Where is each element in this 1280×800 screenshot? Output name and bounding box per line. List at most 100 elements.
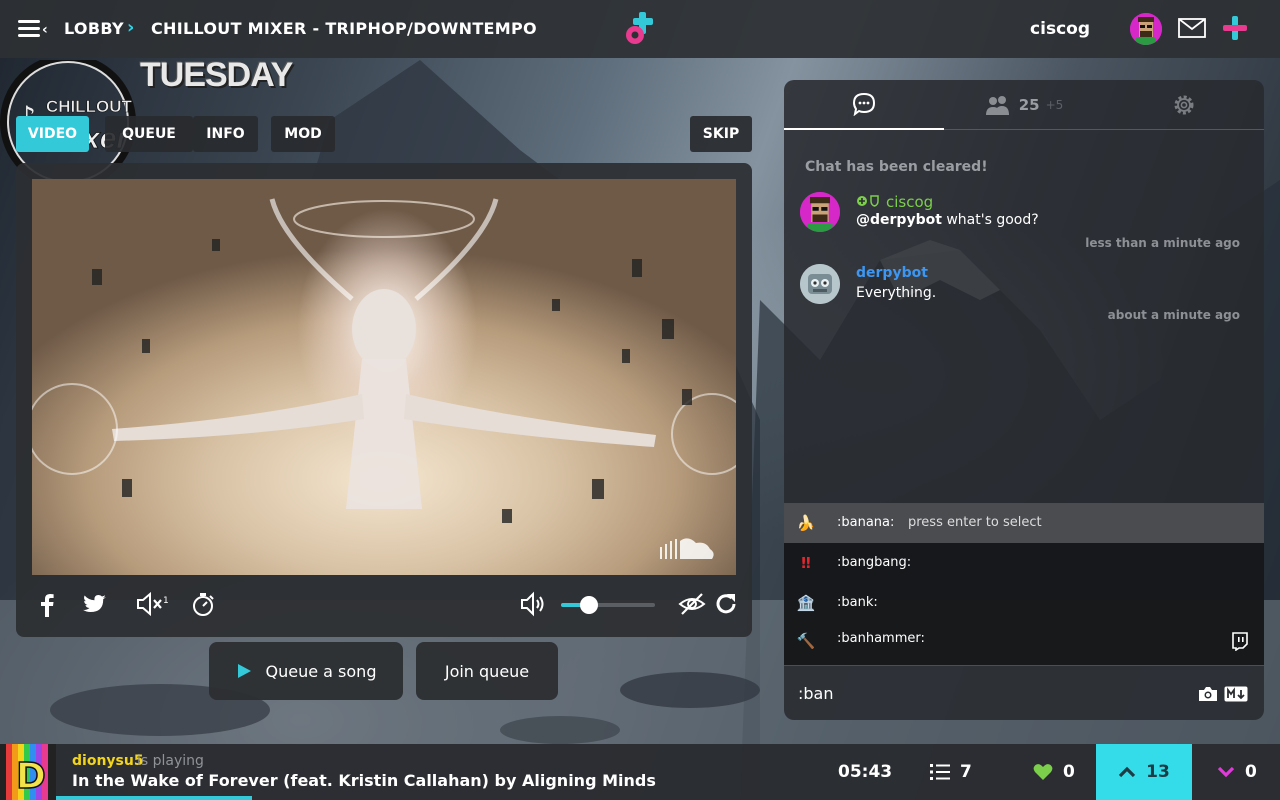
tab-video[interactable]: VIDEO (16, 116, 89, 152)
message-username[interactable]: ciscog (886, 193, 933, 211)
queue-song-label: Queue a song (265, 661, 377, 681)
add-icon[interactable] (1222, 15, 1248, 41)
soundcloud-icon[interactable] (658, 535, 716, 561)
chat-input-area (784, 665, 1264, 720)
mail-icon[interactable] (1178, 18, 1206, 38)
tab-mod[interactable]: MOD (271, 116, 335, 152)
queue-count-button[interactable]: 7 (930, 744, 972, 800)
mute-icon[interactable]: 1 (136, 591, 168, 617)
track-time-remaining: 05:43 (838, 762, 893, 782)
current-username[interactable]: ciscog (1030, 19, 1090, 39)
top-bar: ‹ LOBBY › CHILLOUT MIXER - TRIPHOP/DOWNT… (0, 0, 1280, 58)
downvote-count: 0 (1245, 762, 1257, 782)
message-mention[interactable]: @derpybot (856, 212, 942, 228)
avatar-face-icon (800, 192, 840, 232)
volume-icon[interactable] (520, 591, 546, 617)
emoji-autocomplete: 🍌 :banana: press enter to select ‼ :bang… (784, 503, 1264, 665)
user-count: 25 (1018, 96, 1040, 114)
dj-avatar[interactable]: D (0, 744, 56, 800)
track-title: In the Wake of Forever (feat. Kristin Ca… (72, 771, 656, 790)
room-banner: TUESDAY (140, 56, 293, 94)
chat-cleared-notice: Chat has been cleared! (805, 159, 988, 175)
message-timestamp: less than a minute ago (1085, 236, 1240, 250)
heart-button[interactable]: 0 (1033, 744, 1075, 800)
message-body: Everything. (856, 285, 937, 301)
bank-icon: 🏦 (796, 594, 816, 612)
join-queue-label: Join queue (444, 661, 530, 681)
twitch-emotes-icon[interactable] (1230, 631, 1250, 651)
join-queue-button[interactable]: Join queue (416, 642, 558, 700)
tab-settings[interactable] (1104, 80, 1264, 130)
menu-button[interactable]: ‹ (18, 17, 50, 41)
autocomplete-code: :banana: (837, 515, 895, 530)
tab-users[interactable]: 25 +5 (944, 80, 1104, 130)
volume-slider[interactable] (561, 596, 655, 614)
video-player[interactable] (32, 179, 736, 575)
play-icon (237, 664, 251, 678)
autocomplete-item[interactable]: 🏦 :bank: (784, 583, 1264, 623)
room-logo-text-top: CHILLOUT (46, 97, 133, 116)
chevron-up-icon (1119, 766, 1136, 778)
autocomplete-item[interactable]: 🔨 :banhammer: (784, 621, 1264, 661)
twitter-icon[interactable] (82, 591, 108, 617)
autocomplete-code: :banhammer: (837, 631, 925, 646)
facebook-icon[interactable] (34, 591, 60, 617)
guest-count: +5 (1045, 98, 1064, 112)
camera-icon[interactable] (1198, 686, 1218, 702)
dj-avatar-icon: D (0, 744, 56, 800)
message-body: what's good? (941, 212, 1039, 228)
message-timestamp: about a minute ago (1107, 308, 1240, 322)
chevron-down-icon (1217, 766, 1235, 778)
autocomplete-hint: press enter to select (908, 515, 1042, 530)
queue-count: 7 (960, 762, 972, 782)
track-progress (56, 796, 252, 800)
bangbang-icon: ‼ (801, 554, 811, 572)
upvote-button[interactable]: 13 (1096, 744, 1192, 800)
hide-video-icon[interactable] (678, 591, 706, 617)
video-artwork (32, 198, 736, 523)
tab-info[interactable]: INFO (193, 116, 258, 152)
skip-button[interactable]: SKIP (690, 116, 752, 152)
autocomplete-item[interactable]: ‼ :bangbang: (784, 543, 1264, 583)
autocomplete-code: :bank: (837, 595, 878, 610)
breadcrumb-room: CHILLOUT MIXER - TRIPHOP/DOWNTEMPO (151, 19, 537, 38)
message-text: @derpybot what's good? (856, 212, 1039, 228)
refresh-icon[interactable] (713, 591, 739, 617)
downvote-button[interactable]: 0 (1217, 744, 1257, 800)
queue-song-button[interactable]: Queue a song (209, 642, 403, 700)
chat-panel: 25 +5 Chat has been cleared! ciscog @der… (784, 80, 1264, 720)
upvote-count: 13 (1146, 762, 1170, 782)
tab-chat[interactable] (784, 80, 944, 130)
markdown-icon[interactable] (1224, 686, 1248, 702)
chat-input[interactable] (798, 680, 1178, 706)
avatar[interactable] (800, 264, 840, 304)
timer-icon[interactable] (190, 591, 216, 617)
user-avatar[interactable] (1130, 13, 1162, 45)
dj-status: is playing (137, 753, 204, 769)
mod-badges-icon (857, 195, 879, 207)
avatar[interactable] (800, 192, 840, 232)
svg-text:1: 1 (163, 596, 168, 606)
chat-bubble-icon (852, 92, 876, 116)
tab-queue[interactable]: QUEUE (105, 116, 193, 152)
volume-slider-handle[interactable] (579, 596, 598, 614)
avatar-face-icon (1130, 13, 1162, 45)
heart-count: 0 (1063, 762, 1075, 782)
gear-icon (1174, 95, 1194, 115)
users-icon (985, 96, 1009, 115)
list-icon (930, 764, 950, 780)
banhammer-icon: 🔨 (796, 632, 816, 650)
heart-icon (1033, 764, 1053, 780)
breadcrumb-separator-icon: › (127, 17, 135, 38)
video-panel: 1 (16, 163, 752, 637)
svg-text:D: D (16, 756, 46, 797)
chevron-left-icon: ‹ (42, 22, 48, 38)
breadcrumb-lobby[interactable]: LOBBY (64, 19, 124, 38)
message-username[interactable]: derpybot (856, 265, 928, 281)
autocomplete-item[interactable]: 🍌 :banana: press enter to select (784, 503, 1264, 543)
dj-name[interactable]: dionysu5 (72, 753, 144, 769)
autocomplete-code: :bangbang: (837, 555, 912, 570)
app-logo-icon[interactable] (624, 12, 656, 46)
banana-icon: 🍌 (796, 514, 816, 532)
now-playing-bar: D dionysu5 is playing In the Wake of For… (0, 744, 1280, 800)
